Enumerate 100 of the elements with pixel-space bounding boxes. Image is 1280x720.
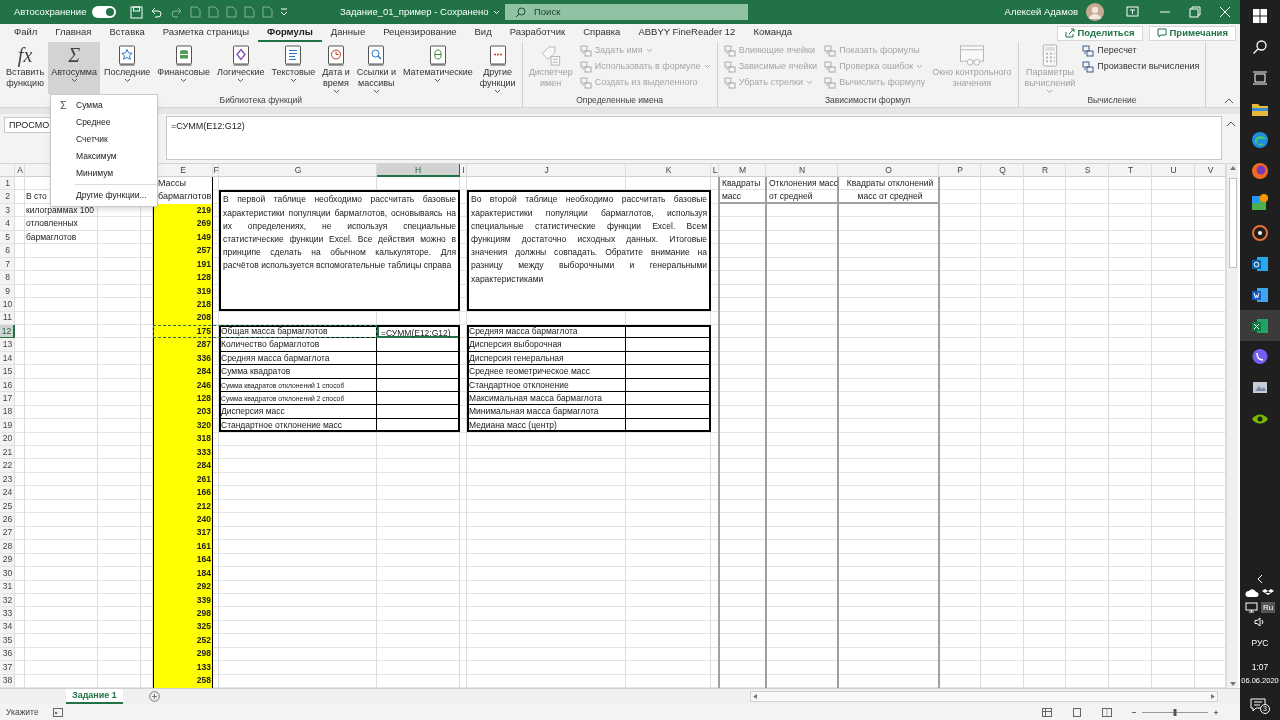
row-header[interactable]: 2 <box>0 190 15 204</box>
menu-item[interactable]: Счетчик <box>51 131 157 148</box>
ribbon-button[interactable]: Математические <box>399 42 476 94</box>
collapse-ribbon-icon[interactable] <box>1224 97 1234 104</box>
page-layout-icon[interactable] <box>1072 707 1082 717</box>
menu-item[interactable]: Среднее <box>51 114 157 131</box>
row-header[interactable]: 7 <box>0 257 15 272</box>
ribbon-tab[interactable]: Вставка <box>100 24 154 42</box>
ribbon-button[interactable]: Ссылки и массивы <box>353 42 399 94</box>
column-header[interactable]: K <box>626 164 711 177</box>
menu-item[interactable]: Максимум <box>51 148 157 165</box>
monitor-icon[interactable] <box>1244 602 1258 614</box>
show-hidden-icon[interactable] <box>1256 574 1264 585</box>
row-header[interactable]: 33 <box>0 607 15 621</box>
normal-view-icon[interactable] <box>1042 707 1052 717</box>
ribbon-tab[interactable]: Рецензирование <box>374 24 466 42</box>
column-header[interactable]: S <box>1066 164 1109 177</box>
row-header[interactable]: 22 <box>0 459 15 473</box>
row-header[interactable]: 24 <box>0 486 15 500</box>
column-header[interactable]: F <box>213 164 219 177</box>
undo-icon[interactable] <box>150 5 164 19</box>
row-header[interactable]: 6 <box>0 244 15 258</box>
column-header[interactable]: T <box>1109 164 1152 177</box>
row-header[interactable]: 12 <box>0 324 15 339</box>
row-header[interactable]: 37 <box>0 660 15 675</box>
column-header[interactable]: G <box>219 164 377 177</box>
row-header[interactable]: 25 <box>0 499 15 513</box>
ribbon-button[interactable]: Текстовые <box>268 42 319 94</box>
column-header[interactable]: M <box>719 164 766 177</box>
row-header[interactable]: 9 <box>0 284 15 298</box>
column-header[interactable]: J <box>467 164 626 177</box>
row-header[interactable]: 11 <box>0 311 15 325</box>
ribbon-button[interactable]: Другие функции <box>476 42 519 94</box>
column-header[interactable]: A <box>15 164 25 177</box>
column-header[interactable]: Q <box>981 164 1024 177</box>
ribbon-tab[interactable]: Данные <box>321 24 375 42</box>
language-indicator[interactable]: РУС <box>1251 637 1269 650</box>
row-header[interactable]: 20 <box>0 432 15 446</box>
column-header[interactable]: P <box>939 164 981 177</box>
column-header[interactable]: V <box>1195 164 1226 177</box>
search-input[interactable]: Поиск <box>534 4 714 20</box>
scroll-left-icon[interactable] <box>751 693 758 700</box>
row-header[interactable]: 28 <box>0 539 15 554</box>
column-header[interactable]: R <box>1024 164 1066 177</box>
row-header[interactable]: 1 <box>0 177 15 191</box>
horizontal-scrollbar[interactable] <box>749 691 1218 702</box>
ribbon-tab[interactable]: Главная <box>46 24 101 42</box>
ribbon-button[interactable]: Логические <box>214 42 268 94</box>
column-header[interactable]: O <box>838 164 939 177</box>
ribbon-button[interactable]: Последние <box>101 42 154 94</box>
row-header[interactable]: 13 <box>0 338 15 352</box>
column-header[interactable]: H <box>377 164 460 177</box>
row-header[interactable]: 3 <box>0 203 15 218</box>
scrollbar-thumb[interactable] <box>1228 178 1237 268</box>
row-header[interactable]: 16 <box>0 378 15 392</box>
row-header[interactable]: 23 <box>0 472 15 487</box>
ribbon-button[interactable]: Финансовые <box>154 42 214 94</box>
row-header[interactable]: 19 <box>0 418 15 433</box>
ribbon-tab[interactable]: Справка <box>574 24 630 42</box>
column-header[interactable]: N <box>766 164 838 177</box>
row-header[interactable]: 30 <box>0 566 15 581</box>
row-header[interactable]: 10 <box>0 297 15 312</box>
row-header[interactable]: 15 <box>0 365 15 379</box>
row-header[interactable]: 17 <box>0 392 15 406</box>
save-icon[interactable] <box>130 5 144 19</box>
column-header[interactable]: I <box>460 164 467 177</box>
search-field[interactable]: Поиск <box>505 4 748 20</box>
ribbon-button[interactable]: fx Вставить функцию <box>3 42 48 94</box>
cloud-icon[interactable] <box>1245 588 1260 599</box>
row-header[interactable]: 34 <box>0 620 15 634</box>
ribbon-tab[interactable]: Вид <box>465 24 501 42</box>
sheet-tab[interactable]: Задание 1 <box>66 689 123 704</box>
speaker-icon[interactable] <box>1254 617 1266 628</box>
column-header[interactable]: L <box>711 164 719 177</box>
keyboard-badge[interactable]: Ru <box>1260 602 1276 614</box>
row-header[interactable]: 31 <box>0 580 15 594</box>
ribbon-tab[interactable]: Разметка страницы <box>153 24 259 42</box>
formula-field[interactable]: =СУММ(E12:G12) <box>166 116 1222 160</box>
ribbon-button[interactable]: Дата и время <box>319 42 353 94</box>
column-header[interactable]: U <box>1152 164 1195 177</box>
row-header[interactable]: 8 <box>0 271 15 285</box>
row-header[interactable]: 18 <box>0 405 15 419</box>
ribbon-tab[interactable]: Команда <box>744 24 802 42</box>
macro-record-icon[interactable] <box>52 707 63 717</box>
row-header[interactable]: 14 <box>0 351 15 366</box>
ribbon-tab[interactable]: Разработчик <box>500 24 575 42</box>
add-sheet-icon[interactable] <box>148 691 160 702</box>
row-header[interactable]: 29 <box>0 553 15 567</box>
row-header[interactable]: 35 <box>0 633 15 648</box>
ribbon-button[interactable]: Пересчет <box>1082 44 1200 57</box>
ribbon-tab[interactable]: Файл <box>5 24 47 42</box>
row-header[interactable]: 36 <box>0 647 15 661</box>
row-header[interactable]: 21 <box>0 445 15 460</box>
ribbon-tab[interactable]: ABBYY FineReader 12 <box>629 24 745 42</box>
ribbon-button[interactable]: Произвести вычисления <box>1082 60 1200 73</box>
autosave-toggle[interactable] <box>92 6 117 18</box>
clock-time[interactable]: 1:07 <box>1251 662 1269 672</box>
zoom-slider[interactable] <box>1130 707 1220 717</box>
notifications-icon[interactable] <box>1250 698 1266 712</box>
row-header[interactable]: 5 <box>0 230 15 245</box>
